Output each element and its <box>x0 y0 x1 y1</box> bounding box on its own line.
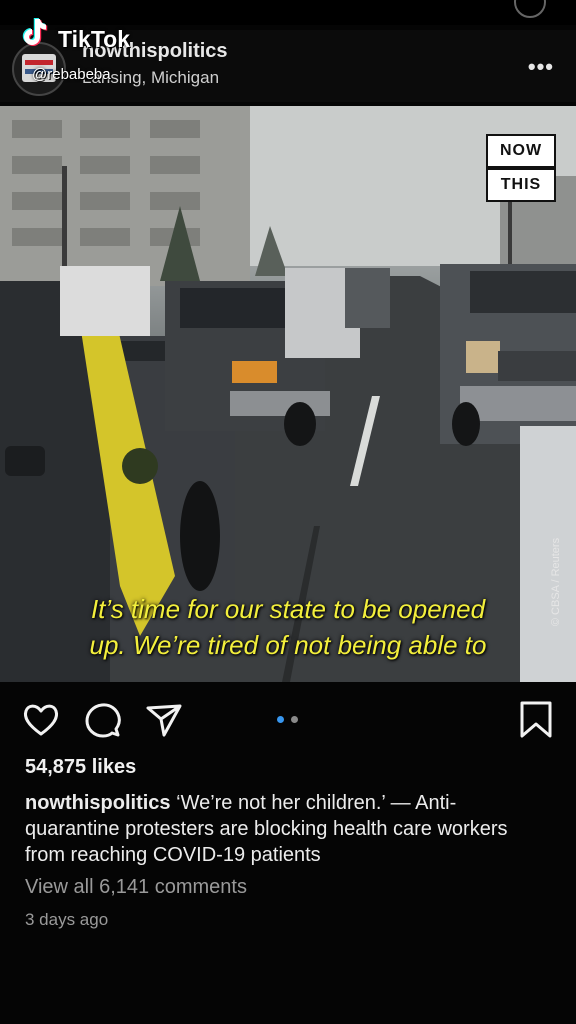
post-timestamp: 3 days ago <box>25 910 109 929</box>
tiktok-brand: TikTok <box>58 26 130 52</box>
post-actions <box>0 690 576 750</box>
status-bar <box>0 0 576 25</box>
tiktok-logo-icon <box>22 18 48 46</box>
view-all-comments-link[interactable]: View all 6,141 comments <box>25 876 247 899</box>
paper-plane-icon[interactable] <box>144 700 184 740</box>
tiktok-username: @rebabeba <box>32 66 111 83</box>
like-count[interactable]: 54,875 likes <box>25 756 136 779</box>
more-dots-icon[interactable]: ••• <box>528 54 554 80</box>
bookmark-icon[interactable] <box>516 700 556 740</box>
post-media[interactable]: NOW THIS © CBSA / Reuters It’s time for … <box>0 106 576 682</box>
heart-icon[interactable] <box>21 700 61 740</box>
post-caption: nowthispolitics ‘We’re not her children.… <box>25 790 545 868</box>
caption-username[interactable]: nowthispolitics <box>25 792 171 814</box>
nowthis-logo-top: NOW <box>486 134 556 168</box>
video-subtitle-line-1: It’s time for our state to be opened <box>90 594 486 624</box>
video-subtitle-line-2: up. We’re tired of not being able to <box>89 630 487 660</box>
carousel-dot-active <box>277 716 284 723</box>
nowthis-logo-bottom: THIS <box>486 168 556 202</box>
status-indicator-icon <box>514 0 546 18</box>
comment-bubble-icon[interactable] <box>83 700 123 740</box>
carousel-dot <box>291 716 298 723</box>
